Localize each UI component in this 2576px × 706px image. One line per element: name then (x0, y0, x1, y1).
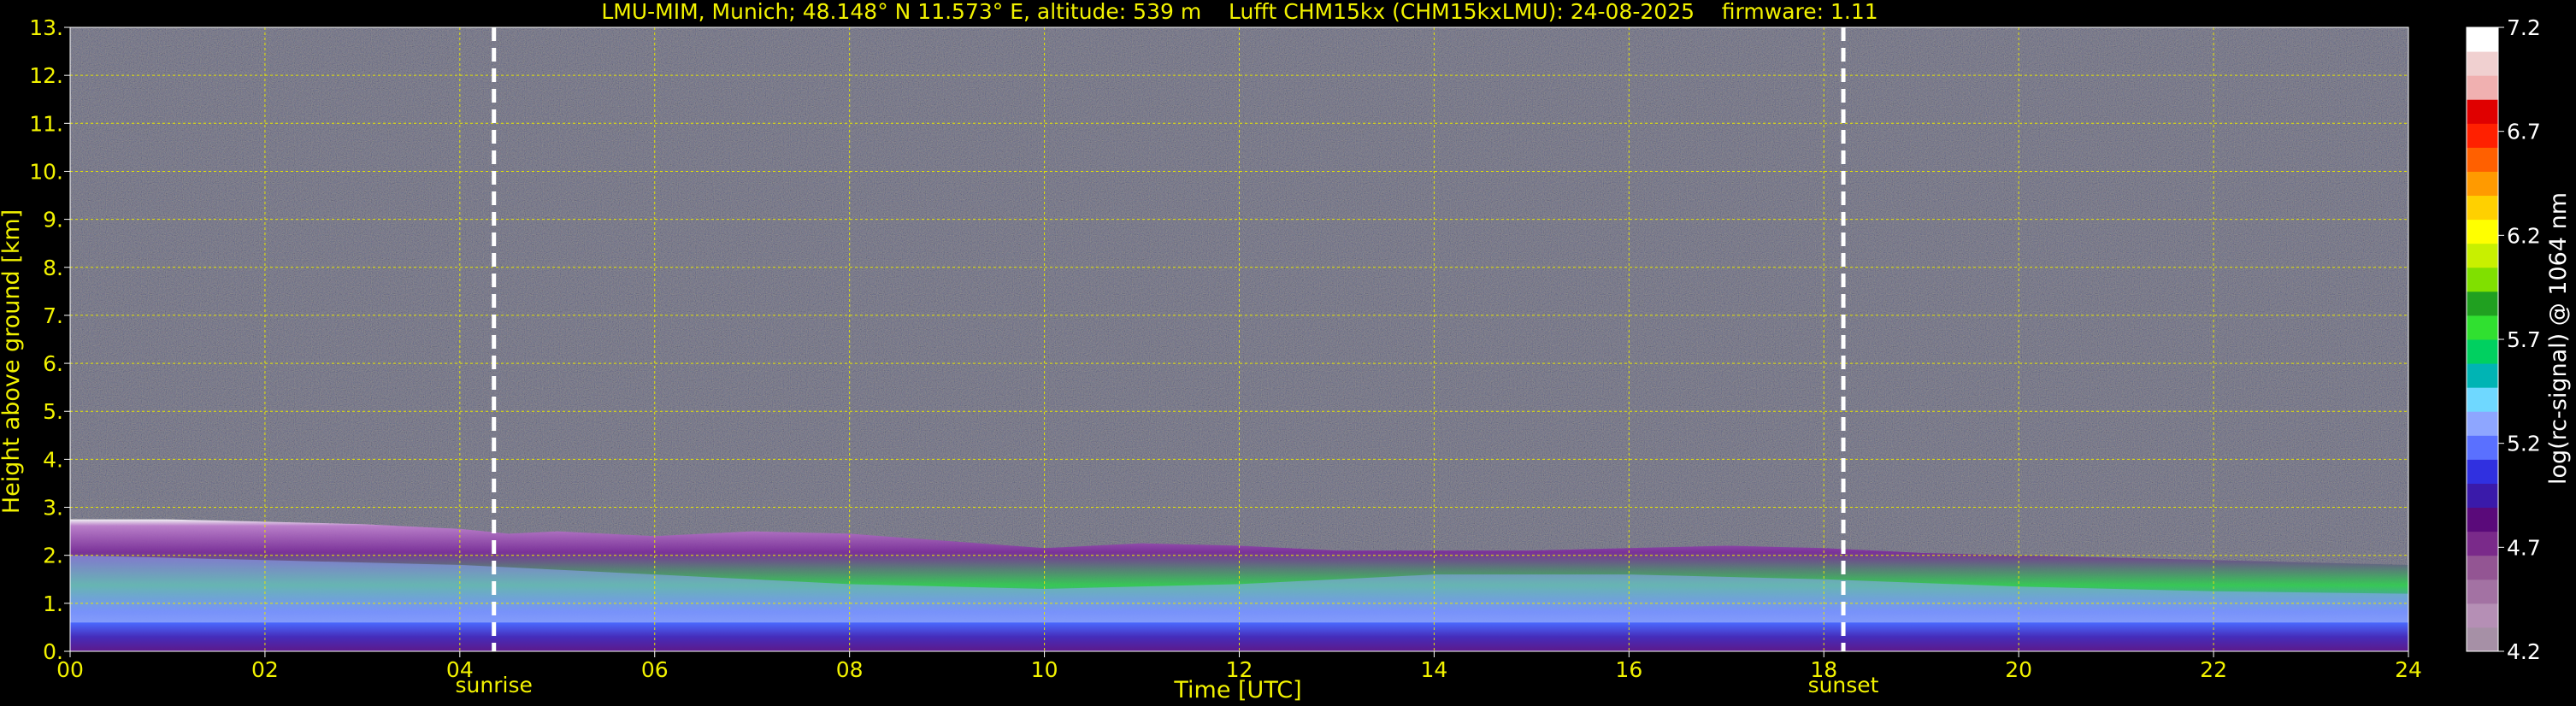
colorbar-segment (2467, 123, 2498, 148)
y-tick-label: 1. (43, 591, 63, 616)
colorbar-segment (2467, 195, 2498, 221)
colorbar-segment (2467, 315, 2498, 340)
x-tick-label: 16 (1615, 657, 1642, 682)
colorbar-segment (2467, 531, 2498, 556)
plot-area: sunrise sunset (69, 26, 2409, 697)
colorbar-segment (2467, 75, 2498, 100)
near-surface-layer (70, 622, 2408, 651)
colorbar-segment (2467, 291, 2498, 316)
x-tick-label: 08 (836, 657, 864, 682)
colorbar-segment (2467, 411, 2498, 436)
colorbar-segment (2467, 99, 2498, 124)
colorbar-segment (2467, 555, 2498, 580)
colorbar-segment (2467, 507, 2498, 532)
y-tick-label: 9. (43, 208, 63, 232)
y-tick-label: 5. (43, 399, 63, 424)
colorbar-tick-label: 5.7 (2507, 327, 2541, 352)
y-axis-label: Height above ground [km] (0, 209, 25, 514)
colorbar-tick-label: 5.2 (2507, 432, 2541, 456)
y-axis-ticks: 0. 1. 2. 3. 4. 5. 6. 7. 8. 9. 10. 11. 12. 13. (29, 15, 70, 664)
x-tick-label: 04 (446, 657, 474, 682)
ceilometer-chart: LMU-MIM, Munich; 48.148° N 11.573° E, al… (0, 0, 2572, 703)
colorbar-segment (2467, 51, 2498, 76)
colorbar-tick-label: 4.2 (2507, 639, 2541, 664)
y-tick-label: 3. (43, 496, 63, 521)
colorbar-tick-label: 6.2 (2507, 223, 2541, 248)
y-tick-label: 11. (29, 111, 63, 136)
colorbar-segment (2467, 27, 2498, 52)
x-tick-label: 02 (251, 657, 279, 682)
colorbar-tick-label: 7.2 (2507, 15, 2541, 40)
colorbar-segment (2467, 243, 2498, 268)
y-tick-label: 7. (43, 303, 63, 328)
colorbar-segment (2467, 363, 2498, 388)
colorbar-segment (2467, 171, 2498, 197)
x-tick-label: 22 (2200, 657, 2227, 682)
y-tick-label: 10. (29, 159, 63, 184)
colorbar-segment (2467, 603, 2498, 628)
x-axis-label: Time [UTC] (1173, 677, 1301, 703)
colorbar-segment (2467, 387, 2498, 412)
x-tick-label: 14 (1421, 657, 1448, 682)
colorbar-tick-label: 4.7 (2507, 535, 2541, 560)
colorbar-label: log(rc-signal) @ 1064 nm (2545, 192, 2572, 485)
colorbar (2466, 26, 2499, 652)
x-tick-label: 18 (1810, 657, 1837, 682)
colorbar-segment (2467, 435, 2498, 460)
chart-title: LMU-MIM, Munich; 48.148° N 11.573° E, al… (601, 0, 1877, 24)
x-tick-label: 24 (2395, 657, 2422, 682)
colorbar-segment (2467, 483, 2498, 509)
x-tick-label: 06 (641, 657, 669, 682)
y-tick-label: 4. (43, 447, 63, 472)
x-tick-label: 20 (2005, 657, 2032, 682)
colorbar-tick-label: 6.7 (2507, 120, 2541, 144)
colorbar-segment (2467, 339, 2498, 364)
y-tick-label: 12. (29, 63, 63, 88)
colorbar-segment (2467, 459, 2498, 484)
colorbar-segment (2467, 579, 2498, 604)
colorbar-segment (2467, 267, 2498, 292)
y-tick-label: 6. (43, 351, 63, 376)
colorbar-segment (2467, 627, 2498, 652)
y-tick-label: 0. (43, 639, 63, 664)
y-tick-label: 8. (43, 256, 63, 280)
y-tick-label: 2. (43, 544, 63, 568)
y-tick-label: 13. (29, 15, 63, 40)
colorbar-segment (2467, 219, 2498, 244)
colorbar-ticks: 7.2 6.7 6.2 5.7 5.2 4.7 4.2 (2498, 15, 2541, 664)
colorbar-segment (2467, 147, 2498, 172)
x-tick-label: 10 (1031, 657, 1058, 682)
